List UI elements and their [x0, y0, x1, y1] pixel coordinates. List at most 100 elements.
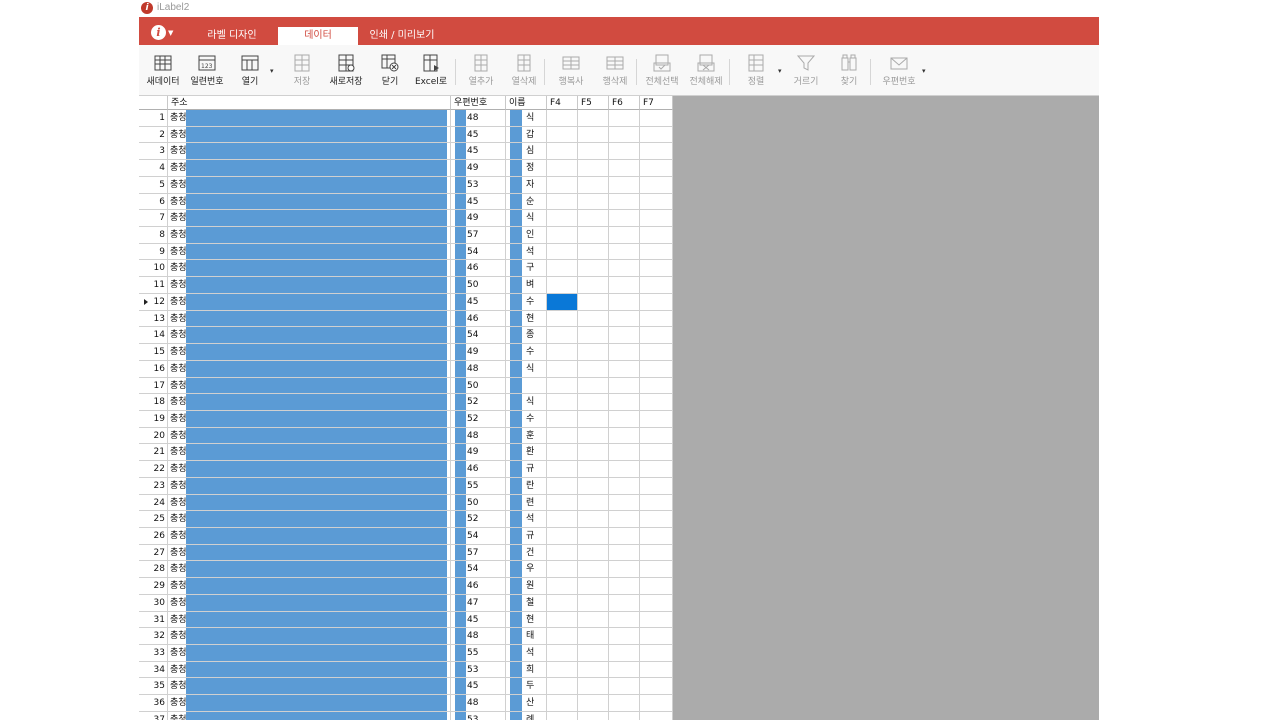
toolbar-button-close-data[interactable]: 닫기	[368, 53, 412, 91]
cell-f6[interactable]	[609, 410, 640, 428]
cell-f4[interactable]	[547, 126, 578, 144]
cell-f6[interactable]	[609, 277, 640, 294]
table-row[interactable]: 3 충청 45 심	[139, 143, 673, 161]
tab-label-design[interactable]: 라벨 디자인	[195, 27, 269, 45]
address-cell[interactable]: 충청	[168, 310, 451, 328]
dropdown-caret-icon[interactable]: ▾	[270, 67, 274, 75]
name-cell[interactable]: 자	[506, 176, 547, 194]
cell-f5[interactable]	[578, 377, 609, 395]
cell-f7[interactable]	[640, 427, 673, 445]
cell-f4[interactable]	[547, 176, 578, 194]
cell-f6[interactable]	[609, 176, 640, 194]
postal-code-cell[interactable]: 50	[451, 277, 506, 294]
cell-f7[interactable]	[640, 210, 673, 228]
toolbar-button-find[interactable]: 찾기	[827, 53, 871, 91]
address-cell[interactable]: 충청	[168, 695, 451, 712]
cell-f5[interactable]	[578, 277, 609, 294]
cell-f7[interactable]	[640, 310, 673, 328]
cell-f5[interactable]	[578, 160, 609, 177]
postal-code-cell[interactable]: 54	[451, 528, 506, 545]
cell-f7[interactable]	[640, 410, 673, 428]
address-cell[interactable]: 충청	[168, 360, 451, 378]
table-row[interactable]: 30 충청 47 철	[139, 594, 673, 612]
name-cell[interactable]: 태	[506, 628, 547, 646]
cell-f5[interactable]	[578, 528, 609, 545]
cell-f4[interactable]	[547, 427, 578, 445]
table-row[interactable]: 13 충청 46 현	[139, 310, 673, 328]
address-cell[interactable]: 충청	[168, 126, 451, 144]
address-cell[interactable]: 충청	[168, 176, 451, 194]
cell-f6[interactable]	[609, 293, 640, 311]
cell-f4[interactable]	[547, 143, 578, 161]
postal-code-cell[interactable]: 52	[451, 511, 506, 528]
cell-f5[interactable]	[578, 711, 609, 720]
cell-f7[interactable]	[640, 645, 673, 662]
name-cell[interactable]: 인	[506, 227, 547, 244]
name-cell[interactable]	[506, 377, 547, 395]
name-cell[interactable]: 규	[506, 528, 547, 545]
name-cell[interactable]: 건	[506, 544, 547, 562]
cell-f5[interactable]	[578, 410, 609, 428]
cell-f7[interactable]	[640, 494, 673, 512]
cell-f5[interactable]	[578, 661, 609, 679]
cell-f7[interactable]	[640, 327, 673, 345]
postal-code-cell[interactable]: 45	[451, 293, 506, 311]
cell-f6[interactable]	[609, 344, 640, 361]
cell-f6[interactable]	[609, 210, 640, 228]
cell-f5[interactable]	[578, 143, 609, 161]
cell-f7[interactable]	[640, 110, 673, 127]
cell-f4[interactable]	[547, 260, 578, 278]
cell-f4[interactable]	[547, 561, 578, 579]
name-cell[interactable]: 정	[506, 160, 547, 177]
cell-f4[interactable]	[547, 243, 578, 261]
toolbar-button-postal-code[interactable]: 우편번호	[877, 53, 921, 91]
name-cell[interactable]: 순	[506, 193, 547, 211]
cell-f6[interactable]	[609, 544, 640, 562]
table-row[interactable]: 1 충청 48 식	[139, 110, 673, 127]
cell-f6[interactable]	[609, 645, 640, 662]
column-header[interactable]: F7	[640, 96, 673, 110]
cell-f5[interactable]	[578, 678, 609, 696]
column-header[interactable]: F6	[609, 96, 640, 110]
cell-f5[interactable]	[578, 594, 609, 612]
table-row[interactable]: 36 충청 48 산	[139, 695, 673, 712]
address-cell[interactable]: 충청	[168, 544, 451, 562]
postal-code-cell[interactable]: 47	[451, 594, 506, 612]
name-cell[interactable]: 례	[506, 711, 547, 720]
name-cell[interactable]: 우	[506, 561, 547, 579]
cell-f4[interactable]	[547, 110, 578, 127]
cell-f6[interactable]	[609, 377, 640, 395]
cell-f5[interactable]	[578, 645, 609, 662]
cell-f4[interactable]	[547, 344, 578, 361]
cell-f5[interactable]	[578, 210, 609, 228]
cell-f5[interactable]	[578, 628, 609, 646]
cell-f7[interactable]	[640, 444, 673, 462]
postal-code-cell[interactable]: 53	[451, 661, 506, 679]
table-row[interactable]: 24 충청 50 련	[139, 494, 673, 512]
cell-f7[interactable]	[640, 661, 673, 679]
cell-f6[interactable]	[609, 260, 640, 278]
toolbar-button-copy-row[interactable]: 행복사	[549, 53, 593, 91]
cell-f4[interactable]	[547, 511, 578, 528]
address-cell[interactable]: 충청	[168, 645, 451, 662]
cell-f6[interactable]	[609, 477, 640, 495]
postal-code-cell[interactable]: 48	[451, 628, 506, 646]
cell-f5[interactable]	[578, 461, 609, 478]
cell-f4[interactable]	[547, 695, 578, 712]
toolbar-button-excel-export[interactable]: Excel로	[409, 53, 453, 91]
postal-code-cell[interactable]: 53	[451, 176, 506, 194]
cell-f4[interactable]	[547, 594, 578, 612]
table-row[interactable]: 9 충청 54 석	[139, 243, 673, 261]
name-cell[interactable]: 수	[506, 293, 547, 311]
table-row[interactable]: 7 충청 49 식	[139, 210, 673, 228]
cell-f4[interactable]	[547, 711, 578, 720]
cell-f6[interactable]	[609, 110, 640, 127]
cell-f7[interactable]	[640, 528, 673, 545]
cell-f5[interactable]	[578, 544, 609, 562]
cell-f6[interactable]	[609, 360, 640, 378]
cell-f4[interactable]	[547, 678, 578, 696]
address-cell[interactable]: 충청	[168, 344, 451, 361]
cell-f6[interactable]	[609, 444, 640, 462]
address-cell[interactable]: 충청	[168, 410, 451, 428]
toolbar-button-new-data[interactable]: 새데이터	[141, 53, 185, 91]
